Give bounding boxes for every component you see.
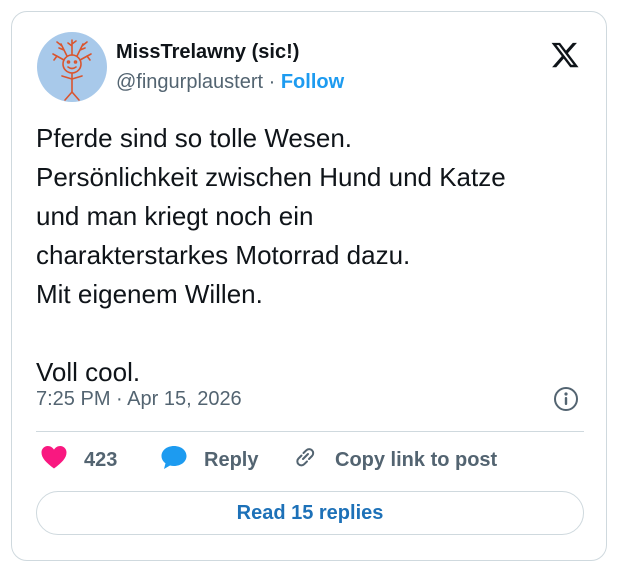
info-icon[interactable] xyxy=(553,386,579,412)
author-handle[interactable]: @fingurplaustert xyxy=(116,71,263,93)
like-button[interactable]: 423 xyxy=(40,444,117,476)
post-text: Pferde sind so tolle Wesen. Persönlichke… xyxy=(36,123,506,387)
embedded-post-card: MissTrelawny (sic!) @fingurplaustert · F… xyxy=(11,11,607,561)
divider xyxy=(36,431,584,432)
heart-icon xyxy=(40,444,68,476)
copy-link-label: Copy link to post xyxy=(335,448,498,471)
action-bar: 423 Reply Copy link to post xyxy=(36,444,596,476)
post-timestamp[interactable]: 7:25 PM · Apr 15, 2026 xyxy=(36,388,242,411)
reply-label: Reply xyxy=(204,448,259,471)
author-display-name[interactable]: MissTrelawny (sic!) xyxy=(116,41,299,64)
avatar-drawing-icon xyxy=(52,39,92,101)
read-replies-button[interactable]: Read 15 replies xyxy=(36,491,584,535)
link-icon xyxy=(291,444,319,476)
follow-link[interactable]: Follow xyxy=(281,71,344,93)
copy-link-button[interactable]: Copy link to post xyxy=(291,444,497,476)
reply-button[interactable]: Reply xyxy=(160,444,258,476)
speech-bubble-icon xyxy=(160,444,188,476)
separator-dot: · xyxy=(268,71,276,93)
avatar[interactable] xyxy=(37,32,107,102)
x-logo-icon[interactable] xyxy=(550,40,580,70)
author-handle-row: @fingurplaustert · Follow xyxy=(116,71,344,94)
like-count: 423 xyxy=(84,448,118,471)
